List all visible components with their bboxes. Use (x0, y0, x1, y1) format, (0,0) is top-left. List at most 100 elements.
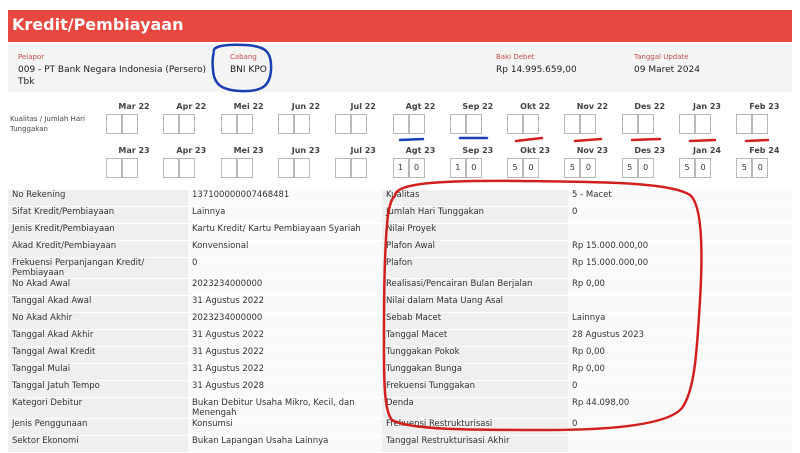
row-label: Tunggakan Pokok (382, 346, 568, 364)
table-row: Jenis Penggunaan Konsumsi Frekuensi Restru… (8, 418, 792, 436)
row-value: 0 (568, 418, 792, 436)
row-label: Jumlah Hari Tunggakan (382, 206, 568, 224)
row-label: No Akad Awal (8, 278, 188, 296)
period-label: Mar 23 (118, 146, 150, 155)
period-label: Jan 23 (693, 102, 721, 111)
period-label: Jun 23 (291, 146, 321, 155)
table-row: Frekuensi Perpanjangan Kredit/ Pembiayaa… (8, 257, 792, 279)
kualitas-box: 5 (679, 158, 695, 178)
kualitas-box (392, 114, 409, 134)
hari-box: 0 (408, 158, 425, 178)
period-label: Des 22 (634, 102, 666, 111)
kualitas-box (163, 114, 180, 134)
table-row: Tanggal Jatuh Tempo 31 Agustus 2028 Frekue… (8, 380, 792, 398)
table-row: No Akad Awal 2023234000000 Realisasi/Penca… (8, 278, 792, 296)
hari-box (236, 158, 253, 178)
table-row: Akad Kredit/Pembiayaan Konvensional Plafon… (8, 240, 792, 258)
period-label: Sep 22 (462, 102, 494, 111)
kualitas-box (220, 114, 237, 134)
table-row: Tanggal Awal Kredit 31 Agustus 2022 Tungga… (8, 346, 792, 364)
row-value: Konvensional (188, 240, 382, 258)
kualitas-box: 5 (507, 158, 524, 178)
kualitas-box (220, 158, 237, 178)
row-label: Frekuensi Tunggakan (382, 380, 568, 398)
row-value: 31 Agustus 2028 (188, 380, 382, 398)
row-label: Tanggal Akad Awal (8, 295, 188, 313)
row-label: Sektor Ekonomi (8, 435, 188, 453)
hari-box: 0 (465, 158, 482, 178)
kualitas-box (335, 158, 352, 178)
row-value: 0 (568, 206, 792, 224)
hari-box: 0 (580, 158, 597, 178)
row-value: Lainnya (568, 312, 792, 330)
period-label: Okt 23 (520, 146, 551, 155)
period-label: Nov 22 (576, 102, 609, 111)
row-label: Nilai Proyek (382, 223, 568, 241)
table-row: Sektor Ekonomi Bukan Lapangan Usaha Lainn… (8, 435, 792, 453)
period-label: Mei 22 (233, 102, 264, 111)
row-value: 28 Agustus 2023 (568, 329, 792, 347)
table-row: Sifat Kredit/Pembiayaan Lainnya Jumlah Har… (8, 206, 792, 224)
hari-box: 0 (637, 158, 654, 178)
hari-box (293, 114, 310, 134)
hari-box (236, 114, 253, 134)
cabang-value: BNI KPO (230, 65, 267, 75)
kualitas-box (679, 114, 695, 134)
section-title: Kredit/Pembiayaan (12, 15, 184, 34)
row-label: No Akad Akhir (8, 312, 188, 330)
row-label: Kualitas (382, 190, 568, 207)
period-label: Mei 23 (233, 146, 264, 155)
hari-box (752, 114, 769, 134)
row-label: Tanggal Akad Akhir (8, 329, 188, 347)
period-label: Sep 23 (462, 146, 494, 155)
kualitas-box: 1 (392, 158, 409, 178)
section-header: Kredit/Pembiayaan (8, 10, 792, 42)
period-label: Okt 22 (520, 102, 551, 111)
kualitas-box (163, 158, 180, 178)
row-value: Konsumsi (188, 418, 382, 436)
kualitas-box: 5 (621, 158, 638, 178)
table-row: No Akad Akhir 2023234000000 Sebab Macet Lai… (8, 312, 792, 330)
pelapor-value: 009 - PT Bank Negara Indonesia (Persero)… (18, 65, 206, 87)
row-value: 0 (568, 380, 792, 398)
table-row: Jenis Kredit/Pembiayaan Kartu Kredit/ Kar… (8, 223, 792, 241)
period-label: Jan 24 (693, 146, 721, 155)
hari-box: 0 (695, 158, 711, 178)
row-value (568, 435, 792, 453)
row-value: 0 (188, 257, 382, 279)
row-label: Realisasi/Pencairan Bulan Berjalan (382, 278, 568, 296)
row-label: Tanggal Restrukturisasi Akhir (382, 435, 568, 453)
row-value: Bukan Lapangan Usaha Lainnya (188, 435, 382, 453)
hari-box: 0 (752, 158, 769, 178)
period-label: Jul 23 (350, 146, 376, 155)
row-value: 31 Agustus 2022 (188, 329, 382, 347)
period-label: Feb 24 (749, 146, 780, 155)
row-label: Denda (382, 397, 568, 419)
period-label: Agt 22 (405, 102, 436, 111)
period-label: Jun 22 (291, 102, 321, 111)
row-value (568, 223, 792, 241)
row-label: Kategori Debitur (8, 397, 188, 419)
kualitas-box (277, 158, 294, 178)
hari-box (179, 114, 196, 134)
kualitas-box (449, 114, 466, 134)
row-value: Lainnya (188, 206, 382, 224)
row-value: Bukan Debitur Usaha Mikro, Kecil, dan Me… (188, 397, 382, 419)
row-label: Jenis Penggunaan (8, 418, 188, 436)
period-label: Des 23 (634, 146, 666, 155)
row-label: Plafon (382, 257, 568, 279)
table-row: Tanggal Akad Akhir 31 Agustus 2022 Tanggal… (8, 329, 792, 347)
hari-box (580, 114, 597, 134)
kualitas-box (507, 114, 524, 134)
period-label: Apr 22 (176, 102, 207, 111)
period-grid: Mar 22 Apr 22 Mei 22 Jun 22 Jul 22 Agt 22 Sep … (8, 96, 792, 180)
row-value: 137100000007468481 (188, 190, 382, 207)
table-row: No Rekening 137100000007468481 Kualitas 5 -… (8, 190, 792, 207)
row-value: 2023234000000 (188, 312, 382, 330)
row-value: Kartu Kredit/ Kartu Pembiayaan Syariah (188, 223, 382, 241)
row-value: 2023234000000 (188, 278, 382, 296)
table-row: Kategori Debitur Bukan Debitur Usaha Mikr… (8, 397, 792, 419)
row-label: Plafon Awal (382, 240, 568, 258)
cabang-label: Cabang (230, 53, 257, 61)
hari-box (122, 158, 138, 178)
